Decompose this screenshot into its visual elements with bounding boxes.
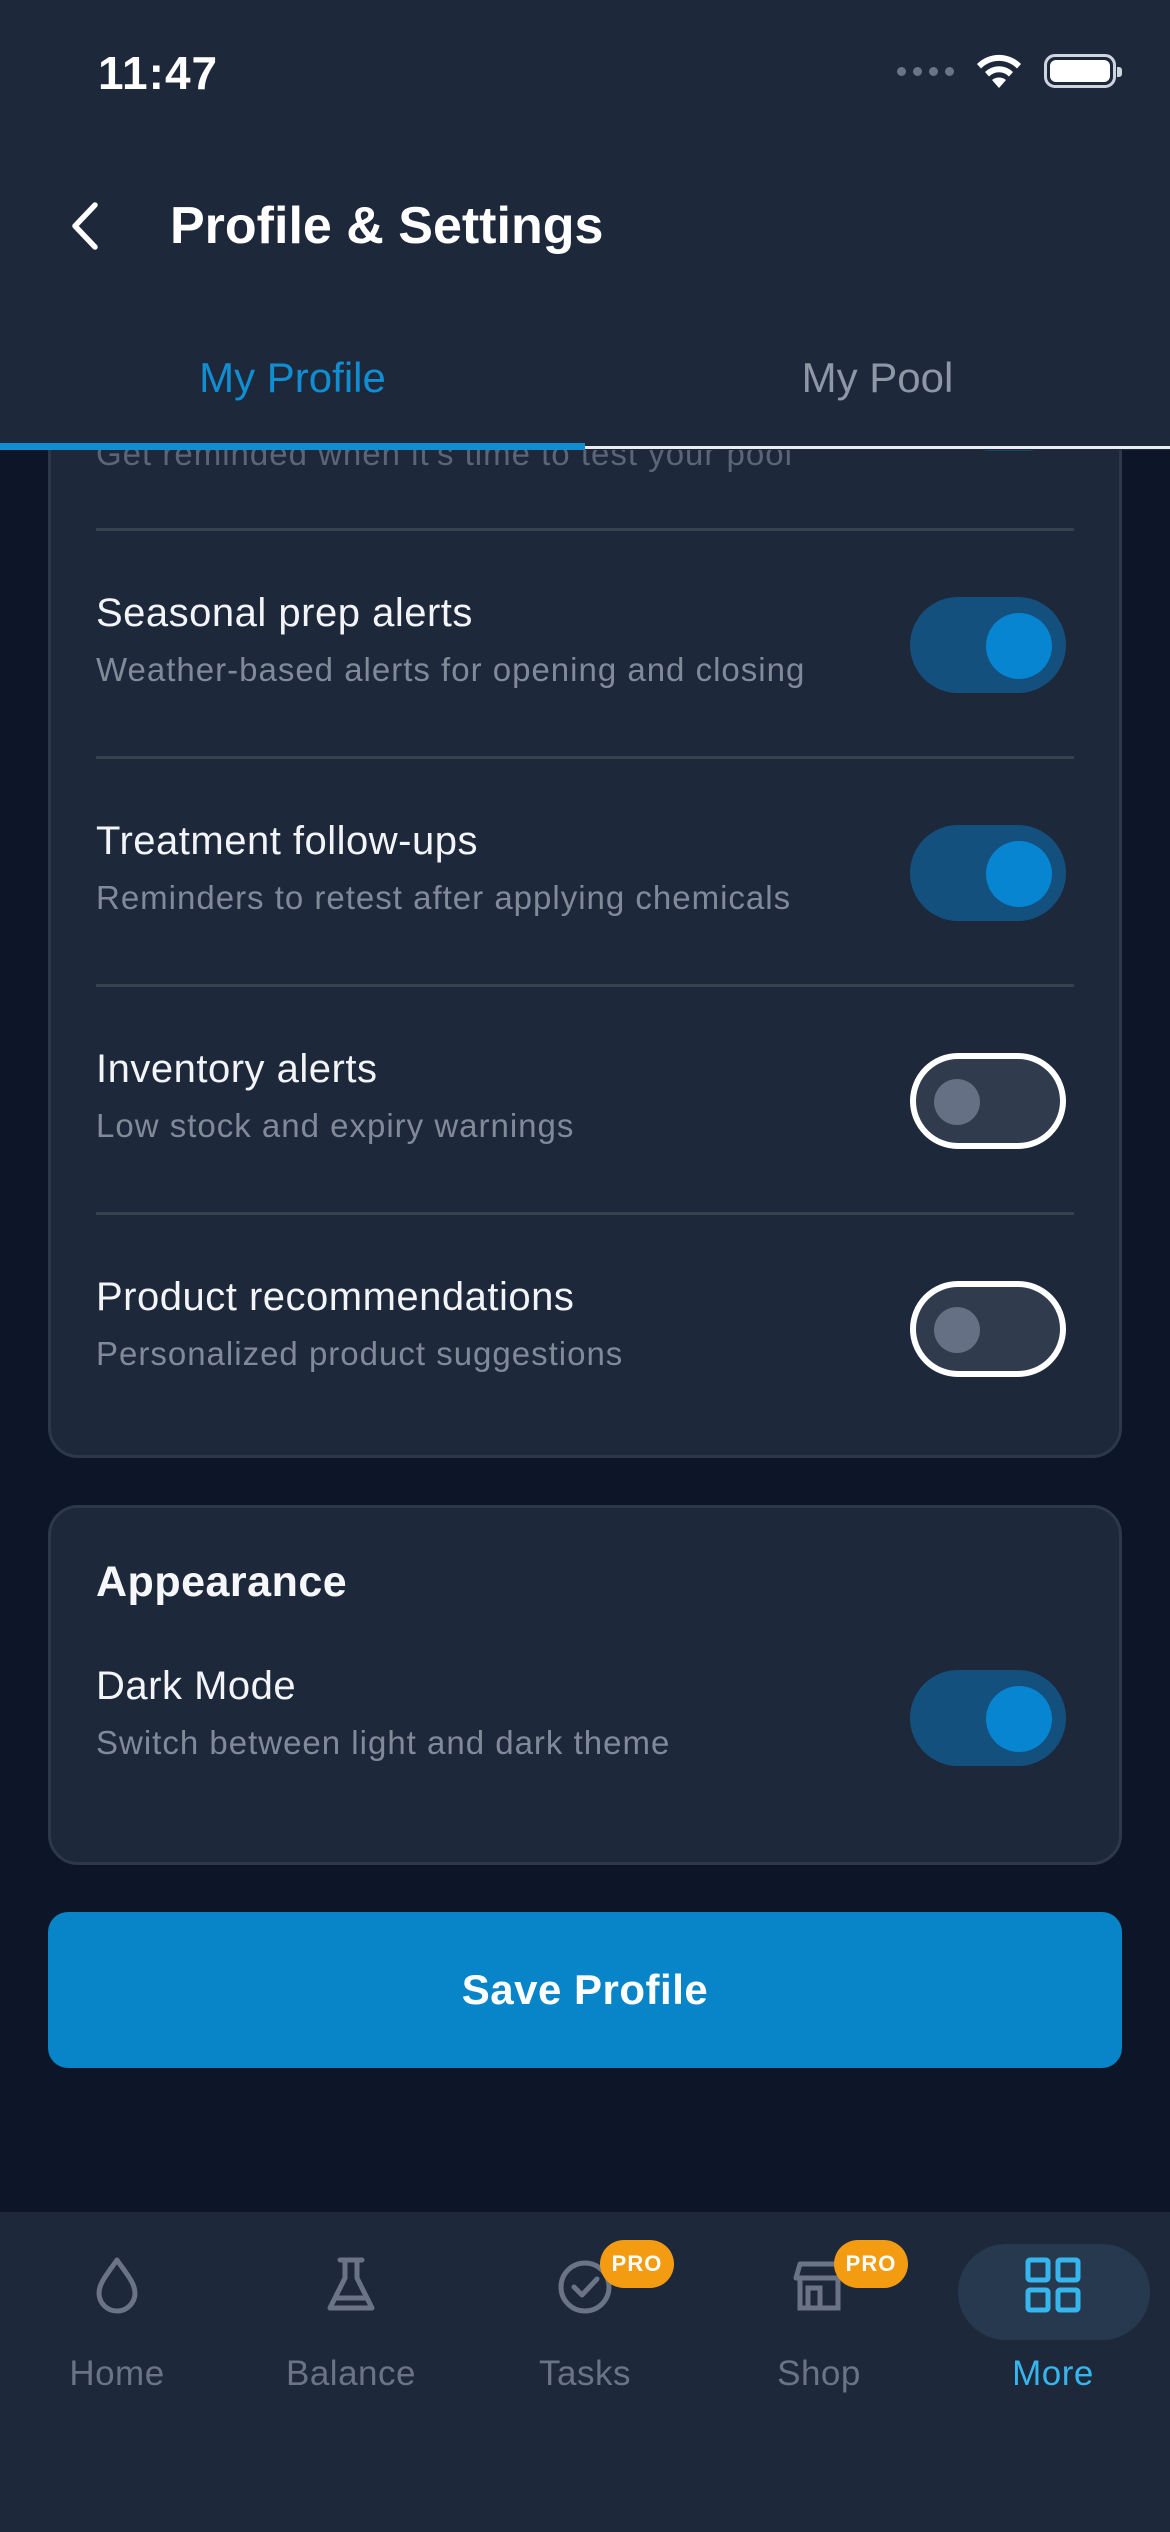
treatment-followups-toggle[interactable] [910, 825, 1066, 921]
nav-label: More [1012, 2354, 1094, 2393]
toggle-knob [986, 1686, 1052, 1752]
setting-row-dark-mode: Dark Mode Switch between light and dark … [96, 1604, 1074, 1832]
setting-subtitle: Personalized product suggestions [96, 1335, 624, 1372]
pro-badge: PRO [600, 2240, 674, 2288]
setting-subtitle: Low stock and expiry warnings [96, 1107, 575, 1144]
setting-title: Inventory alerts [96, 1047, 378, 1091]
nav-item-balance[interactable]: Balance [234, 2212, 468, 2412]
toggle-knob [934, 1307, 980, 1353]
notifications-card: Get reminded when it's time to test your… [48, 300, 1122, 1458]
screen: Get reminded when it's time to test your… [0, 0, 1170, 2532]
setting-row-seasonal-prep: Seasonal prep alerts Weather-based alert… [96, 531, 1074, 759]
tab-my-pool[interactable]: My Pool [585, 330, 1170, 450]
nav-label: Home [69, 2354, 165, 2393]
chevron-left-icon [72, 202, 98, 250]
nav-item-more[interactable]: More [936, 2212, 1170, 2412]
toggle-knob [986, 613, 1052, 679]
setting-subtitle: Weather-based alerts for opening and clo… [96, 651, 806, 688]
nav-item-shop[interactable]: PRO Shop [702, 2212, 936, 2412]
setting-subtitle: Switch between light and dark theme [96, 1724, 671, 1761]
status-time: 11:47 [98, 47, 219, 99]
grid-icon [1025, 2257, 1081, 2313]
bottom-nav: Home Balance PRO Tasks PRO Shop More [0, 2212, 1170, 2532]
setting-title: Product recommendations [96, 1275, 575, 1319]
tab-active-indicator [0, 443, 585, 450]
setting-row-treatment-followups: Treatment follow-ups Reminders to retest… [96, 759, 1074, 987]
product-recommendations-toggle[interactable] [910, 1281, 1066, 1377]
nav-label: Shop [777, 2354, 861, 2393]
setting-title: Seasonal prep alerts [96, 591, 473, 635]
back-button[interactable] [60, 196, 108, 256]
setting-title: Treatment follow-ups [96, 819, 478, 863]
wifi-icon [977, 54, 1021, 88]
water-drop-icon [96, 2257, 138, 2314]
save-profile-button[interactable]: Save Profile [48, 1912, 1122, 2068]
tab-my-profile[interactable]: My Profile [0, 330, 585, 450]
page-title: Profile & Settings [170, 197, 604, 255]
nav-item-tasks[interactable]: PRO Tasks [468, 2212, 702, 2412]
setting-row-product-recommendations: Product recommendations Personalized pro… [96, 1215, 1074, 1443]
tab-bar: My Profile My Pool [0, 330, 1170, 450]
flask-icon [327, 2257, 375, 2311]
seasonal-prep-toggle[interactable] [910, 597, 1066, 693]
toggle-knob [986, 841, 1052, 907]
toggle-knob [934, 1079, 980, 1125]
inventory-alerts-toggle[interactable] [910, 1053, 1066, 1149]
pro-badge: PRO [834, 2240, 908, 2288]
status-icons [897, 52, 1122, 90]
battery-icon [1044, 54, 1122, 88]
dark-mode-toggle[interactable] [910, 1670, 1066, 1766]
appearance-title: Appearance [96, 1558, 348, 1606]
setting-subtitle: Reminders to retest after applying chemi… [96, 879, 792, 916]
header: 11:47 Profile & Settings My Profile My P… [0, 0, 1170, 450]
setting-row-inventory-alerts: Inventory alerts Low stock and expiry wa… [96, 987, 1074, 1215]
setting-title: Dark Mode [96, 1664, 297, 1708]
nav-item-home[interactable]: Home [0, 2212, 234, 2412]
nav-label: Balance [286, 2354, 416, 2393]
cellular-signal-icon [897, 66, 954, 76]
appearance-card: Appearance Dark Mode Switch between ligh… [48, 1505, 1122, 1865]
nav-label: Tasks [539, 2354, 631, 2393]
